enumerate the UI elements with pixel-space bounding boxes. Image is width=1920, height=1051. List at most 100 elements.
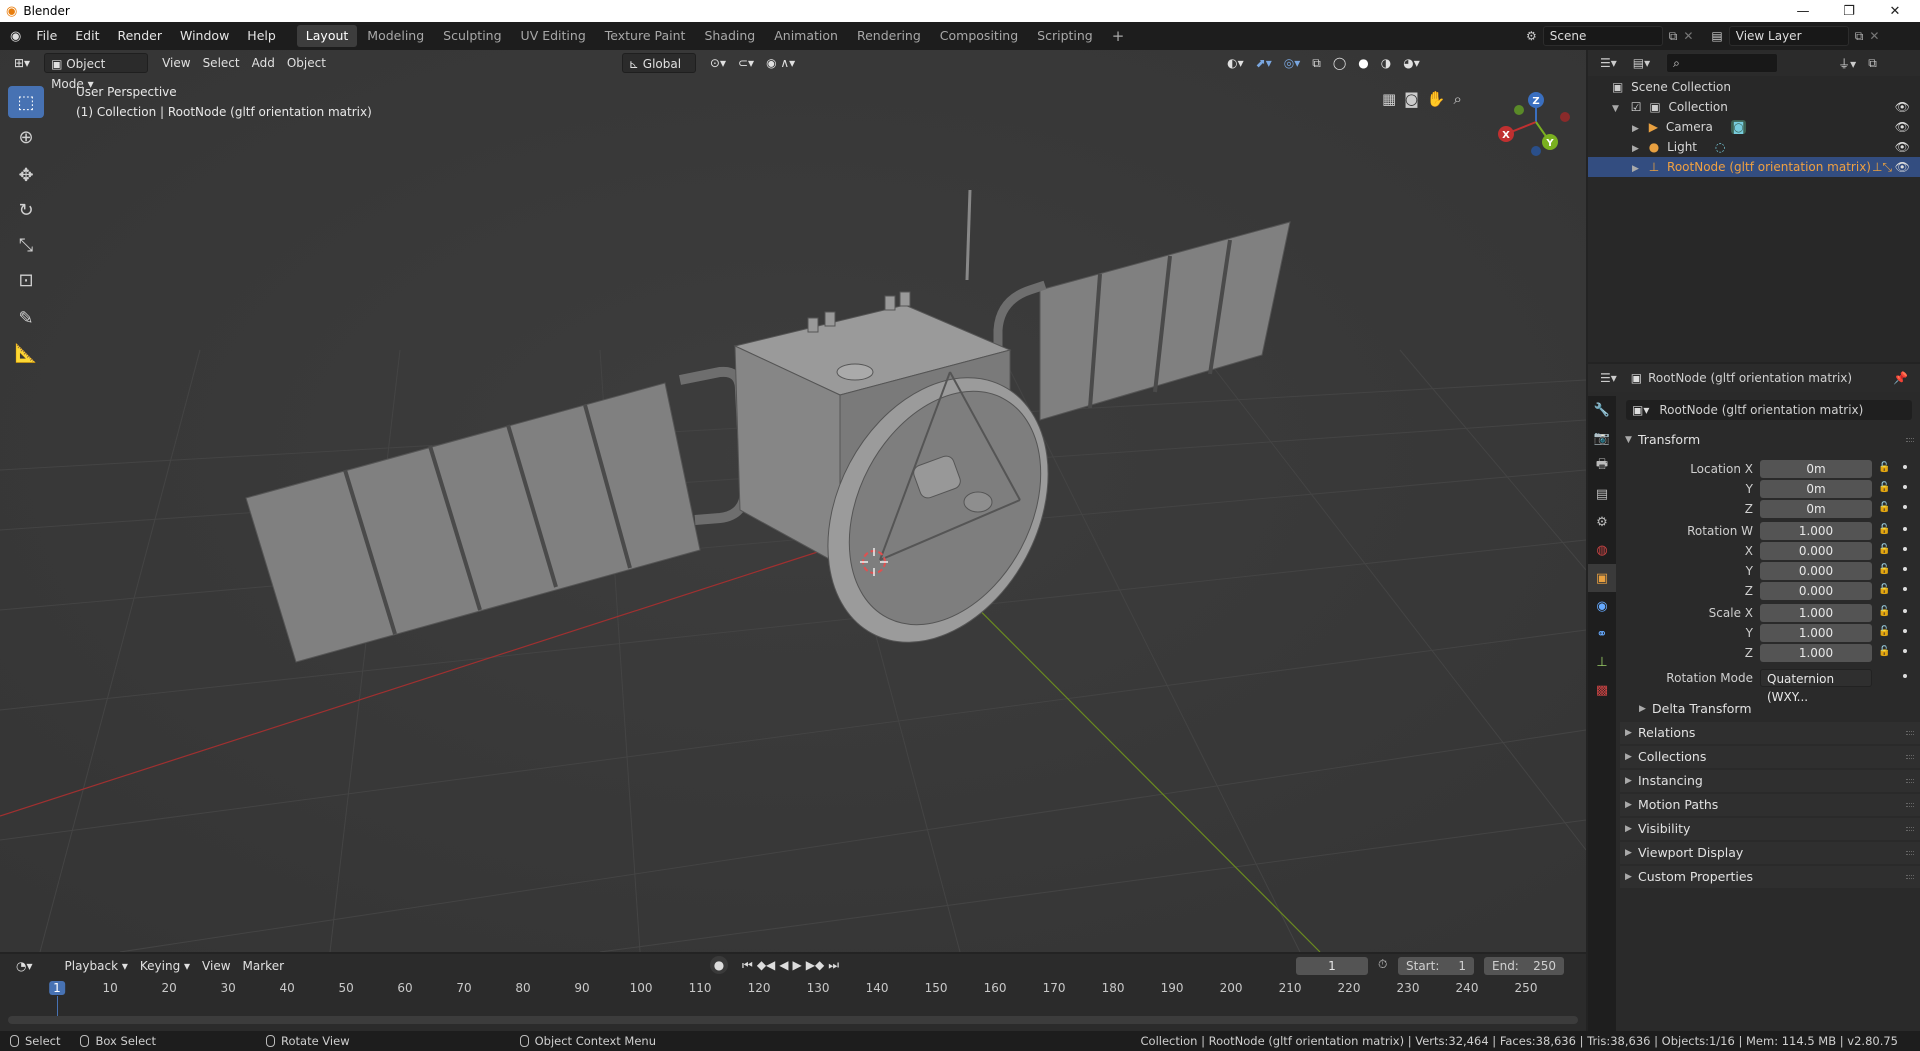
- expand-arrow-icon[interactable]: ▶: [1632, 164, 1639, 174]
- outliner-row-scene-collection[interactable]: ▣ Scene Collection: [1588, 77, 1920, 97]
- scene-tab-icon[interactable]: ⚙: [1588, 508, 1616, 536]
- menu-view[interactable]: View: [156, 53, 196, 73]
- menu-add[interactable]: Add: [246, 53, 281, 73]
- overlay-toggle-icon[interactable]: ◎▾: [1278, 53, 1307, 73]
- menu-keying[interactable]: Keying ▾: [134, 956, 196, 976]
- jump-end-icon[interactable]: ⏭: [828, 958, 839, 973]
- tab-animation[interactable]: Animation: [765, 25, 847, 47]
- rotation-w-field[interactable]: 1.000: [1760, 522, 1872, 540]
- tab-scripting[interactable]: Scripting: [1028, 25, 1102, 47]
- cursor-tool-icon[interactable]: ⊕: [8, 121, 44, 153]
- pivot-icon[interactable]: ⊙▾: [704, 53, 732, 73]
- tab-uv-editing[interactable]: UV Editing: [512, 25, 595, 47]
- lock-icon[interactable]: 🔓: [1878, 584, 1890, 595]
- zoom-icon[interactable]: ⌕: [1453, 90, 1461, 108]
- view-layer-icon[interactable]: ▤: [1711, 29, 1722, 43]
- playhead-line[interactable]: [57, 996, 58, 1016]
- view-layer-field[interactable]: View Layer: [1728, 26, 1849, 46]
- tab-layout[interactable]: Layout: [296, 25, 358, 47]
- menu-window[interactable]: Window: [171, 25, 238, 47]
- location-y-field[interactable]: 0m: [1760, 480, 1872, 498]
- panel-viewport-display[interactable]: ▶ Viewport Display: [1620, 842, 1920, 864]
- snap-icon[interactable]: ⊂▾: [732, 53, 760, 73]
- lock-icon[interactable]: 🔓: [1878, 462, 1890, 473]
- menu-edit[interactable]: Edit: [66, 25, 108, 47]
- drag-grip-icon[interactable]: [1906, 827, 1914, 831]
- view-layer-tab-icon[interactable]: ▤: [1588, 480, 1616, 508]
- checkbox-icon[interactable]: ☑: [1631, 100, 1642, 114]
- collapse-arrow-icon[interactable]: ▼: [1612, 104, 1619, 114]
- select-box-tool-icon[interactable]: ⬚: [8, 86, 44, 118]
- rotate-tool-icon[interactable]: ↻: [8, 194, 44, 226]
- keyframe-dot-icon[interactable]: [1903, 674, 1907, 678]
- shading-solid-icon[interactable]: ●: [1352, 53, 1374, 73]
- panel-collections[interactable]: ▶ Collections: [1620, 746, 1920, 768]
- measure-tool-icon[interactable]: 📐: [8, 337, 44, 369]
- tab-texture-paint[interactable]: Texture Paint: [596, 25, 695, 47]
- keyframe-dot-icon[interactable]: [1903, 587, 1907, 591]
- play-icon[interactable]: ▶: [793, 958, 802, 972]
- panel-visibility[interactable]: ▶ Visibility: [1620, 818, 1920, 840]
- record-icon[interactable]: ●: [710, 956, 728, 974]
- scale-y-field[interactable]: 1.000: [1760, 624, 1872, 642]
- lock-icon[interactable]: 🔓: [1878, 564, 1890, 575]
- keyframe-dot-icon[interactable]: [1903, 485, 1907, 489]
- 3d-viewport[interactable]: Z X Y User Perspective (1) Collection | …: [0, 50, 1586, 952]
- tool-settings-tab-icon[interactable]: 🔧: [1588, 396, 1616, 424]
- play-reverse-icon[interactable]: ◀: [779, 958, 788, 972]
- children-icon[interactable]: ⊥⤡: [1872, 157, 1892, 177]
- transform-orientation-dropdown[interactable]: ⊾ Global: [621, 53, 696, 73]
- stopwatch-icon[interactable]: ⏱: [1378, 957, 1387, 972]
- drag-grip-icon[interactable]: [1906, 851, 1914, 855]
- pan-hand-icon[interactable]: ✋: [1427, 90, 1446, 108]
- mode-dropdown[interactable]: ▣ Object Mode ▾: [44, 53, 149, 91]
- maximize-button[interactable]: ❐: [1826, 0, 1872, 22]
- scale-x-field[interactable]: 1.000: [1760, 604, 1872, 622]
- render-tab-icon[interactable]: 📷: [1588, 424, 1616, 452]
- pin-icon[interactable]: 📌: [1893, 371, 1908, 385]
- object-name-field[interactable]: ▣▾ RootNode (gltf orientation matrix): [1626, 400, 1912, 420]
- object-tab-icon[interactable]: ▣: [1588, 564, 1616, 592]
- move-tool-icon[interactable]: ✥: [8, 159, 44, 191]
- drag-grip-icon[interactable]: [1906, 755, 1914, 759]
- keyframe-dot-icon[interactable]: [1903, 465, 1907, 469]
- current-frame-field[interactable]: 1: [1296, 957, 1368, 975]
- eye-icon[interactable]: 👁: [1895, 137, 1910, 157]
- outliner-row-camera[interactable]: ▶ ▶ Camera ◙ 👁: [1588, 117, 1920, 137]
- menu-timeline-view[interactable]: View: [196, 956, 236, 976]
- gizmo-toggle-icon[interactable]: ⬈▾: [1250, 53, 1278, 73]
- add-workspace-icon[interactable]: +: [1103, 25, 1134, 47]
- camera-data-icon[interactable]: ◙: [1730, 120, 1747, 134]
- drag-grip-icon[interactable]: [1906, 731, 1914, 735]
- proportional-edit-icon[interactable]: ◉ ∧▾: [760, 53, 801, 73]
- texture-tab-icon[interactable]: ▩: [1588, 676, 1616, 704]
- drag-grip-icon[interactable]: [1906, 438, 1914, 442]
- physics-tab-icon[interactable]: ◉: [1588, 592, 1616, 620]
- transform-tool-icon[interactable]: ⊡: [8, 264, 44, 296]
- new-view-layer-icon[interactable]: ⧉: [1855, 29, 1864, 44]
- lock-icon[interactable]: 🔓: [1878, 606, 1890, 617]
- eye-icon[interactable]: 👁: [1895, 97, 1910, 117]
- tab-sculpting[interactable]: Sculpting: [434, 25, 510, 47]
- blender-menu-icon[interactable]: ◉: [10, 29, 21, 44]
- toggle-ortho-icon[interactable]: ▦: [1382, 90, 1396, 108]
- next-keyframe-icon[interactable]: ▶◆: [806, 958, 824, 972]
- scale-tool-icon[interactable]: ⤡: [8, 229, 44, 261]
- object-data-tab-icon[interactable]: ⊥: [1588, 648, 1616, 676]
- tab-shading[interactable]: Shading: [695, 25, 764, 47]
- rotation-x-field[interactable]: 0.000: [1760, 542, 1872, 560]
- filter-icon[interactable]: ⏚▾: [1838, 55, 1856, 72]
- rotation-mode-dropdown[interactable]: Quaternion (WXY...: [1760, 669, 1872, 704]
- outliner-editor-type-icon[interactable]: ☰▾: [1600, 56, 1617, 70]
- scene-field[interactable]: Scene: [1542, 26, 1663, 46]
- constraints-tab-icon[interactable]: ⚭: [1588, 620, 1616, 648]
- lock-icon[interactable]: 🔓: [1878, 646, 1890, 657]
- location-x-field[interactable]: 0m: [1760, 460, 1872, 478]
- light-data-icon[interactable]: ◌: [1715, 140, 1725, 154]
- minimize-button[interactable]: —: [1780, 0, 1826, 22]
- close-button[interactable]: ✕: [1872, 0, 1918, 22]
- scene-icon[interactable]: ⚙: [1526, 29, 1537, 43]
- rotation-y-field[interactable]: 0.000: [1760, 562, 1872, 580]
- prev-keyframe-icon[interactable]: ◆◀: [757, 958, 775, 972]
- panel-relations[interactable]: ▶ Relations: [1620, 722, 1920, 744]
